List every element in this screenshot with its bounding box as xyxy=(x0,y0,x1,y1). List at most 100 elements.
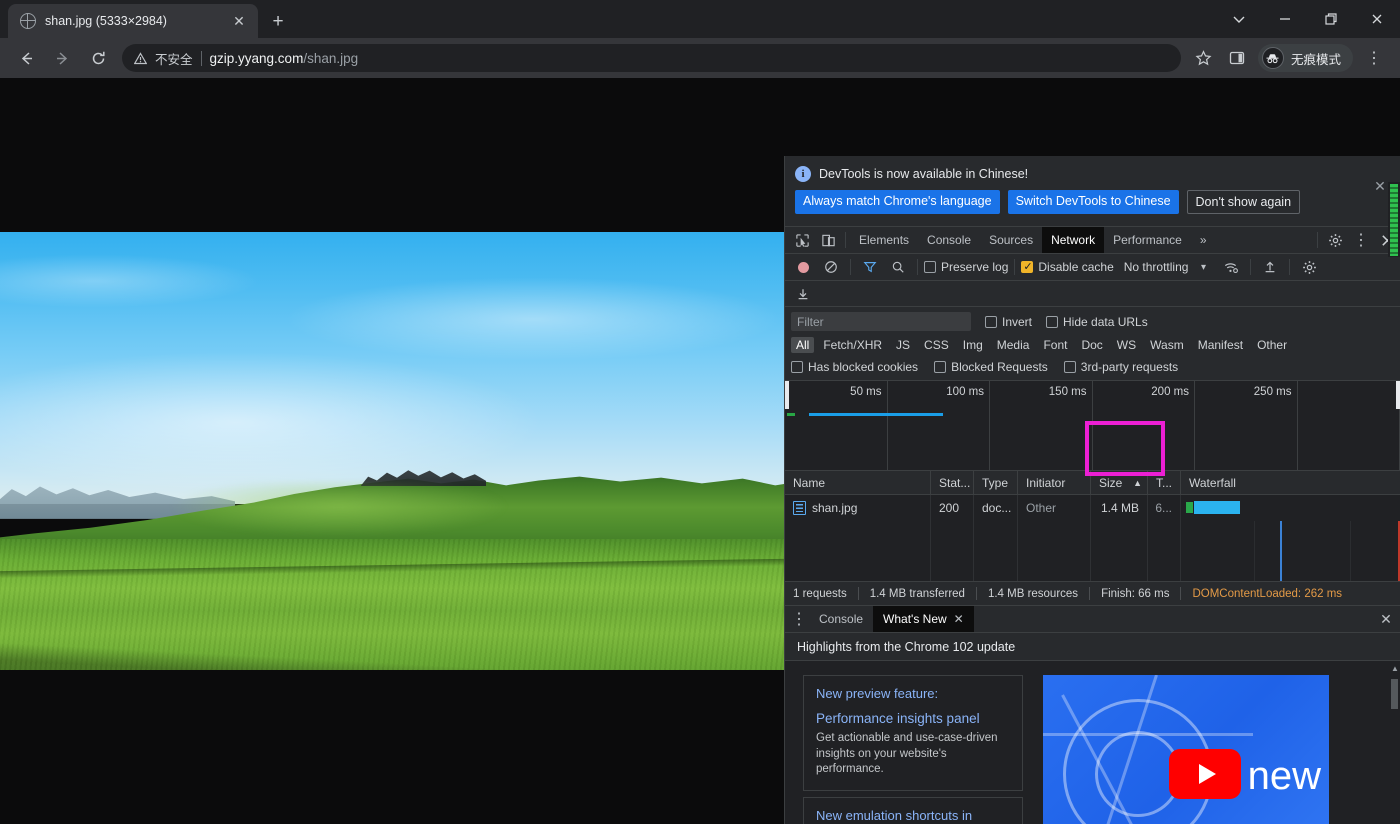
type-filter-media[interactable]: Media xyxy=(992,337,1035,353)
disable-cache-checkbox[interactable]: Disable cache xyxy=(1021,260,1114,274)
cell-type: doc... xyxy=(974,495,1018,521)
export-har-icon[interactable] xyxy=(790,281,816,307)
back-icon[interactable] xyxy=(11,43,41,73)
network-overview-timeline[interactable]: 50 ms 100 ms 150 ms 200 ms 250 ms xyxy=(785,381,1400,471)
waterfall-connection-bar xyxy=(1186,502,1193,513)
tab-network[interactable]: Network xyxy=(1042,227,1105,253)
type-filter-css[interactable]: CSS xyxy=(919,337,954,353)
type-filter-font[interactable]: Font xyxy=(1038,337,1072,353)
dont-show-again-button[interactable]: Don't show again xyxy=(1186,190,1301,214)
tab-console[interactable]: Console xyxy=(918,227,980,253)
devtools-tab-bar: Elements Console Sources Network Perform… xyxy=(785,226,1400,254)
has-blocked-cookies-checkbox[interactable]: Has blocked cookies xyxy=(791,360,918,374)
timeline-left-handle[interactable] xyxy=(785,381,789,409)
type-filter-manifest[interactable]: Manifest xyxy=(1193,337,1248,353)
clear-icon[interactable] xyxy=(818,254,844,280)
banner-close-icon[interactable]: ✕ xyxy=(1372,178,1388,194)
search-icon[interactable] xyxy=(885,254,911,280)
table-row[interactable]: shan.jpg 200 doc... Other 1.4 MB 6... xyxy=(785,495,1400,521)
gear-icon[interactable] xyxy=(1322,227,1348,253)
network-settings-gear-icon[interactable] xyxy=(1296,254,1322,280)
devtools-language-banner: i DevTools is now available in Chinese! … xyxy=(785,156,1400,226)
whats-new-video-thumbnail[interactable]: new xyxy=(1043,675,1329,824)
network-conditions-icon[interactable] xyxy=(1218,254,1244,280)
maximize-restore-button[interactable] xyxy=(1308,0,1354,38)
throttling-select[interactable]: No throttling xyxy=(1124,260,1189,274)
third-party-requests-checkbox[interactable]: 3rd-party requests xyxy=(1063,360,1178,374)
column-header-initiator[interactable]: Initiator xyxy=(1018,470,1091,495)
chrome-menu-icon[interactable]: ⋮ xyxy=(1359,43,1389,73)
timeline-right-handle[interactable] xyxy=(1396,381,1400,409)
side-panel-icon[interactable] xyxy=(1222,43,1252,73)
column-header-type[interactable]: Type xyxy=(974,470,1018,495)
type-filter-fetch-xhr[interactable]: Fetch/XHR xyxy=(818,337,887,353)
preserve-log-checkbox[interactable]: Preserve log xyxy=(924,260,1008,274)
invert-label: Invert xyxy=(1002,314,1033,329)
youtube-play-icon[interactable] xyxy=(1169,749,1241,800)
browser-toolbar: 不安全 gzip.yyang.com/shan.jpg 无痕模式 ⋮ xyxy=(0,38,1400,78)
always-match-language-button[interactable]: Always match Chrome's language xyxy=(795,190,1000,214)
minimize-button[interactable] xyxy=(1262,0,1308,38)
scrollbar-thumb[interactable] xyxy=(1391,679,1398,710)
network-status-bar: 1 requests 1.4 MB transferred 1.4 MB res… xyxy=(785,581,1400,606)
device-toolbar-icon[interactable] xyxy=(815,227,841,253)
tab-performance[interactable]: Performance xyxy=(1104,227,1191,253)
type-filter-all[interactable]: All xyxy=(791,337,815,353)
image-viewer[interactable] xyxy=(0,232,784,670)
reload-icon[interactable] xyxy=(83,43,113,73)
photo-hill-highlight xyxy=(141,481,581,543)
filter-icon[interactable] xyxy=(857,254,883,280)
has-blocked-cookies-box xyxy=(791,361,803,373)
address-bar[interactable]: 不安全 gzip.yyang.com/shan.jpg xyxy=(122,44,1181,72)
inspect-element-icon[interactable] xyxy=(789,227,815,253)
browser-tab[interactable]: shan.jpg (5333×2984) ✕ xyxy=(8,4,258,38)
scroll-up-icon[interactable]: ▲ xyxy=(1391,664,1399,673)
new-tab-button[interactable]: + xyxy=(264,7,292,35)
drawer-tab-console[interactable]: Console xyxy=(809,606,873,632)
drawer-close-icon[interactable]: ✕ xyxy=(1372,611,1400,628)
tab-title: shan.jpg (5333×2984) xyxy=(45,14,167,28)
drawer-scrollbar[interactable]: ▲ ▼ xyxy=(1389,661,1400,824)
column-header-status[interactable]: Stat... xyxy=(931,470,974,495)
tabs-overflow-icon[interactable]: » xyxy=(1191,227,1216,253)
type-filter-img[interactable]: Img xyxy=(958,337,988,353)
column-header-name[interactable]: Name xyxy=(785,470,931,495)
close-window-button[interactable] xyxy=(1354,0,1400,38)
chevron-down-icon[interactable]: ▾ xyxy=(1190,254,1216,280)
type-filter-ws[interactable]: WS xyxy=(1112,337,1141,353)
blocked-requests-checkbox[interactable]: Blocked Requests xyxy=(934,360,1048,374)
invert-checkbox[interactable]: Invert xyxy=(985,315,1032,329)
timeline-tick-150: 150 ms xyxy=(990,381,1093,470)
drawer-tab-close-icon[interactable]: ✕ xyxy=(954,612,964,626)
type-filter-doc[interactable]: Doc xyxy=(1076,337,1107,353)
filter-input[interactable] xyxy=(791,312,971,331)
whats-new-card[interactable]: New preview feature: Performance insight… xyxy=(803,675,1023,791)
type-filter-wasm[interactable]: Wasm xyxy=(1145,337,1189,353)
incognito-indicator[interactable]: 无痕模式 xyxy=(1257,44,1353,72)
record-icon[interactable] xyxy=(790,254,816,280)
drawer-tab-whats-new[interactable]: What's New ✕ xyxy=(873,606,974,633)
card-title[interactable]: Performance insights panel xyxy=(816,711,1010,726)
tab-search-chevron-icon[interactable] xyxy=(1216,0,1262,38)
whats-new-card[interactable]: New emulation shortcuts in xyxy=(803,796,1023,824)
cell-name-text: shan.jpg xyxy=(812,501,858,515)
type-filter-other[interactable]: Other xyxy=(1252,337,1292,353)
status-finish: Finish: 66 ms xyxy=(1101,587,1170,600)
column-header-time[interactable]: T... xyxy=(1148,470,1181,495)
cell-name[interactable]: shan.jpg xyxy=(785,495,931,521)
tab-close-icon[interactable]: ✕ xyxy=(230,12,248,30)
devtools-more-icon[interactable]: ⋮ xyxy=(1348,227,1374,253)
import-har-icon[interactable] xyxy=(1257,254,1283,280)
type-filter-js[interactable]: JS xyxy=(891,337,915,353)
timeline-tick-100: 100 ms xyxy=(888,381,990,470)
hide-data-urls-checkbox[interactable]: Hide data URLs xyxy=(1046,315,1148,329)
column-header-waterfall[interactable]: Waterfall xyxy=(1181,471,1400,495)
forward-icon[interactable] xyxy=(47,43,77,73)
column-header-size[interactable]: Size ▲ xyxy=(1091,470,1148,495)
tab-elements[interactable]: Elements xyxy=(850,227,918,253)
bookmark-star-icon[interactable] xyxy=(1189,43,1219,73)
switch-devtools-chinese-button[interactable]: Switch DevTools to Chinese xyxy=(1007,190,1179,214)
cell-time: 6... xyxy=(1148,495,1181,521)
drawer-more-icon[interactable]: ⋮ xyxy=(789,609,809,629)
tab-sources[interactable]: Sources xyxy=(980,227,1042,253)
